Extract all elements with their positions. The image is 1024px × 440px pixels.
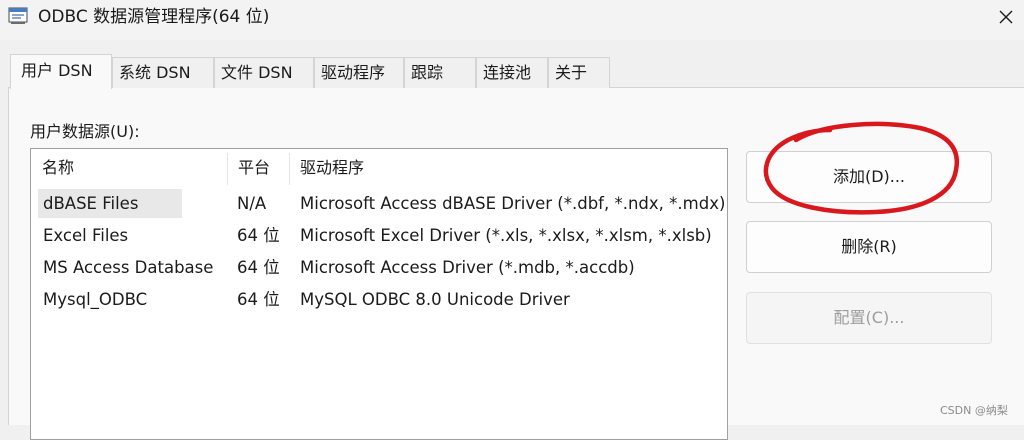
tab-file-dsn[interactable]: 文件 DSN <box>214 57 314 88</box>
tab-strip: 用户 DSN 系统 DSN 文件 DSN 驱动程序 跟踪 连接池 关于 <box>8 54 610 89</box>
list-header: 名称 平台 驱动程序 <box>31 149 727 187</box>
cell-platform: 64 位 <box>237 258 280 277</box>
tab-drivers[interactable]: 驱动程序 <box>314 57 404 88</box>
close-icon <box>999 10 1013 24</box>
tab-system-dsn[interactable]: 系统 DSN <box>112 57 214 88</box>
table-row[interactable]: Mysql_ODBC 64 位 MySQL ODBC 8.0 Unicode D… <box>31 284 727 315</box>
tab-connection-pooling[interactable]: 连接池 <box>476 57 548 88</box>
tab-tracing[interactable]: 跟踪 <box>404 57 476 88</box>
tab-about[interactable]: 关于 <box>548 57 610 88</box>
cell-name: dBASE Files <box>43 194 139 213</box>
red-circle-annotation <box>763 121 960 215</box>
table-row[interactable]: dBASE Files N/A Microsoft Access dBASE D… <box>31 188 727 219</box>
cell-name: Mysql_ODBC <box>43 290 148 309</box>
close-button[interactable] <box>988 0 1024 34</box>
odbc-admin-icon <box>8 7 28 24</box>
configure-button[interactable]: 配置(C)... <box>746 292 992 344</box>
user-data-sources-label: 用户数据源(U): <box>30 122 140 141</box>
cell-name: Excel Files <box>43 226 129 245</box>
cell-driver: Microsoft Access Driver (*.mdb, *.accdb) <box>300 258 635 277</box>
cell-platform: N/A <box>237 194 267 213</box>
cell-platform: 64 位 <box>237 290 280 309</box>
window-title: ODBC 数据源管理程序(64 位) <box>38 7 270 27</box>
table-row[interactable]: Excel Files 64 位 Microsoft Excel Driver … <box>31 220 727 251</box>
table-row[interactable]: MS Access Database 64 位 Microsoft Access… <box>31 252 727 283</box>
tab-user-dsn[interactable]: 用户 DSN <box>10 54 112 89</box>
column-header-name[interactable]: 名称 <box>31 149 227 187</box>
remove-button[interactable]: 删除(R) <box>746 221 992 273</box>
column-header-platform[interactable]: 平台 <box>227 149 289 187</box>
dsn-list[interactable]: 名称 平台 驱动程序 dBASE Files N/A Microsoft Acc… <box>30 148 728 440</box>
annotation-stroke <box>763 121 960 215</box>
cell-driver: MySQL ODBC 8.0 Unicode Driver <box>300 290 570 309</box>
cell-driver: Microsoft Access dBASE Driver (*.dbf, *.… <box>300 194 726 213</box>
watermark: CSDN @纳梨 <box>940 404 1008 417</box>
cell-driver: Microsoft Excel Driver (*.xls, *.xlsx, *… <box>300 226 712 245</box>
cell-platform: 64 位 <box>237 226 280 245</box>
column-header-driver[interactable]: 驱动程序 <box>289 149 727 187</box>
title-bar: ODBC 数据源管理程序(64 位) <box>0 0 1024 40</box>
cell-name: MS Access Database <box>43 258 214 277</box>
